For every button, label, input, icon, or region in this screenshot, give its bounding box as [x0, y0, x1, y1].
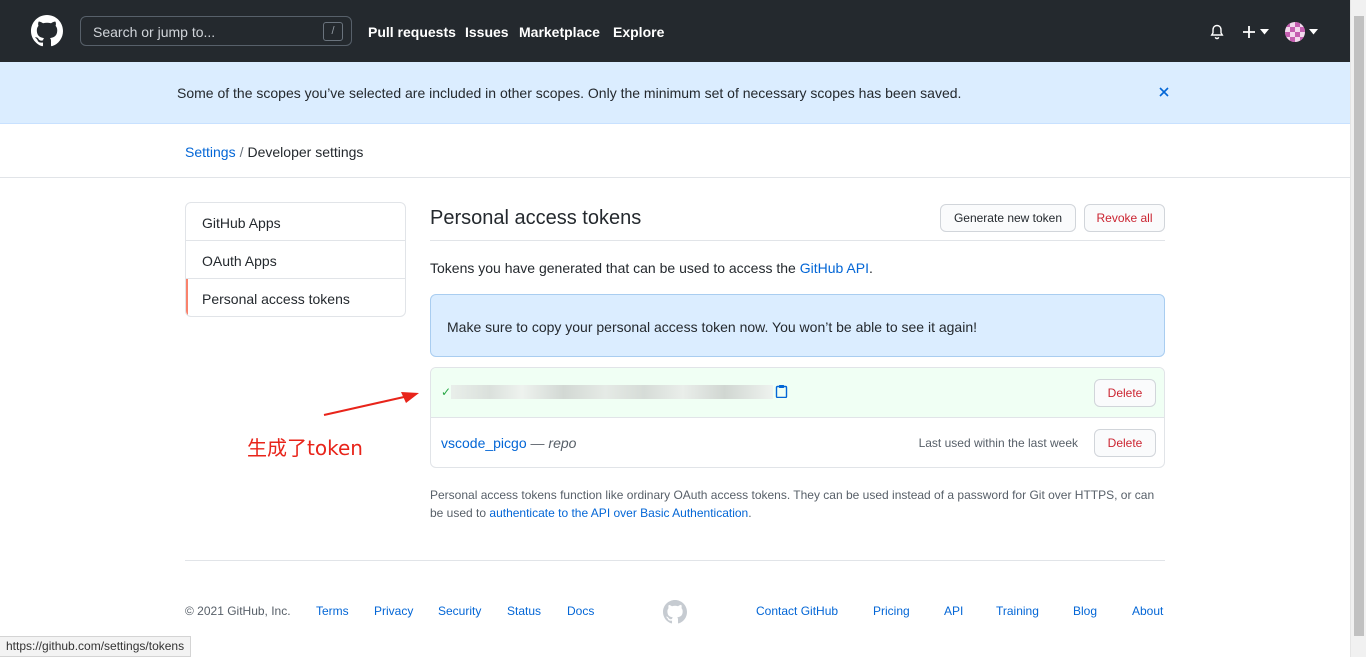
annotation-arrow-icon — [323, 392, 419, 416]
avatar-caret-icon[interactable] — [1309, 29, 1318, 35]
footer-link-contact[interactable]: Contact GitHub — [756, 604, 838, 618]
nav-explore[interactable]: Explore — [613, 24, 664, 40]
footer-link-pricing[interactable]: Pricing — [873, 604, 910, 618]
revoke-all-button[interactable]: Revoke all — [1084, 204, 1165, 232]
token-scope: repo — [548, 435, 577, 451]
clipboard-icon[interactable] — [775, 384, 788, 398]
sidebar-item-github-apps[interactable]: GitHub Apps — [186, 203, 405, 241]
caret-down-icon[interactable] — [1260, 29, 1269, 35]
notice-text: Make sure to copy your personal access t… — [447, 319, 977, 335]
sidebar-item-oauth-apps[interactable]: OAuth Apps — [186, 241, 405, 279]
annotation-label: 生成了token — [247, 436, 363, 460]
token-scope-separator: — — [526, 435, 549, 451]
github-logo-icon[interactable] — [31, 15, 63, 47]
new-token-row: ✓ Delete — [431, 368, 1164, 418]
footer-link-about[interactable]: About — [1132, 604, 1163, 618]
scrollbar-thumb[interactable] — [1354, 16, 1364, 636]
generate-new-token-button[interactable]: Generate new token — [940, 204, 1076, 232]
bell-icon[interactable] — [1209, 24, 1225, 40]
footer-link-docs[interactable]: Docs — [567, 604, 594, 618]
basic-auth-link[interactable]: authenticate to the API over Basic Authe… — [489, 506, 748, 520]
slash-shortcut-badge: / — [323, 22, 343, 41]
footer-link-status[interactable]: Status — [507, 604, 541, 618]
footer-divider — [185, 560, 1165, 561]
intro-suffix: . — [868, 260, 873, 276]
nav-issues[interactable]: Issues — [465, 24, 509, 40]
breadcrumb-bar: Settings / Developer settings — [0, 124, 1350, 178]
title-divider — [430, 240, 1165, 241]
plus-icon[interactable] — [1242, 25, 1256, 39]
note-suffix: . — [748, 506, 752, 520]
token-row: vscode_picgo — repo Last used within the… — [431, 418, 1164, 467]
footer-link-terms[interactable]: Terms — [316, 604, 349, 618]
developer-settings-sidebar: GitHub Apps OAuth Apps Personal access t… — [185, 202, 406, 317]
check-icon: ✓ — [441, 385, 452, 399]
page-scrollbar[interactable] — [1350, 0, 1366, 657]
intro-prefix: Tokens you have generated that can be us… — [430, 260, 800, 276]
top-header: Search or jump to... / Pull requests Iss… — [0, 0, 1350, 62]
copy-token-notice: Make sure to copy your personal access t… — [430, 294, 1165, 357]
sidebar-item-personal-access-tokens[interactable]: Personal access tokens — [186, 279, 405, 316]
footer-link-api[interactable]: API — [944, 604, 963, 618]
flash-message: Some of the scopes you’ve selected are i… — [177, 85, 962, 101]
breadcrumb: Settings / Developer settings — [185, 144, 363, 160]
footer-link-training[interactable]: Training — [996, 604, 1039, 618]
nav-marketplace[interactable]: Marketplace — [519, 24, 600, 40]
token-last-used: Last used within the last week — [918, 436, 1078, 450]
page-title: Personal access tokens — [430, 207, 642, 229]
footer-copyright: © 2021 GitHub, Inc. — [185, 604, 291, 618]
token-list: ✓ Delete vscode_picgo — repo Last used w… — [430, 367, 1165, 468]
delete-token-button[interactable]: Delete — [1094, 429, 1156, 457]
nav-pull-requests[interactable]: Pull requests — [368, 24, 456, 40]
flash-banner: Some of the scopes you’ve selected are i… — [0, 62, 1350, 124]
delete-new-token-button[interactable]: Delete — [1094, 379, 1156, 407]
avatar[interactable] — [1285, 22, 1305, 42]
intro-text: Tokens you have generated that can be us… — [430, 260, 873, 276]
token-value-blurred — [451, 385, 773, 399]
breadcrumb-separator: / — [239, 144, 244, 160]
breadcrumb-settings-link[interactable]: Settings — [185, 144, 236, 160]
footer-link-privacy[interactable]: Privacy — [374, 604, 413, 618]
footer-link-blog[interactable]: Blog — [1073, 604, 1097, 618]
token-name-link[interactable]: vscode_picgo — [441, 435, 527, 451]
footer-link-security[interactable]: Security — [438, 604, 481, 618]
github-api-link[interactable]: GitHub API — [800, 260, 869, 276]
token-info-note: Personal access tokens function like ord… — [430, 486, 1165, 522]
breadcrumb-current: Developer settings — [247, 144, 364, 160]
browser-status-url: https://github.com/settings/tokens — [0, 636, 192, 657]
token-title: vscode_picgo — repo — [441, 435, 576, 451]
search-placeholder: Search or jump to... — [93, 24, 216, 40]
close-icon[interactable] — [1157, 85, 1171, 99]
search-input[interactable]: Search or jump to... / — [80, 16, 352, 46]
footer-github-logo-icon[interactable] — [663, 600, 687, 624]
